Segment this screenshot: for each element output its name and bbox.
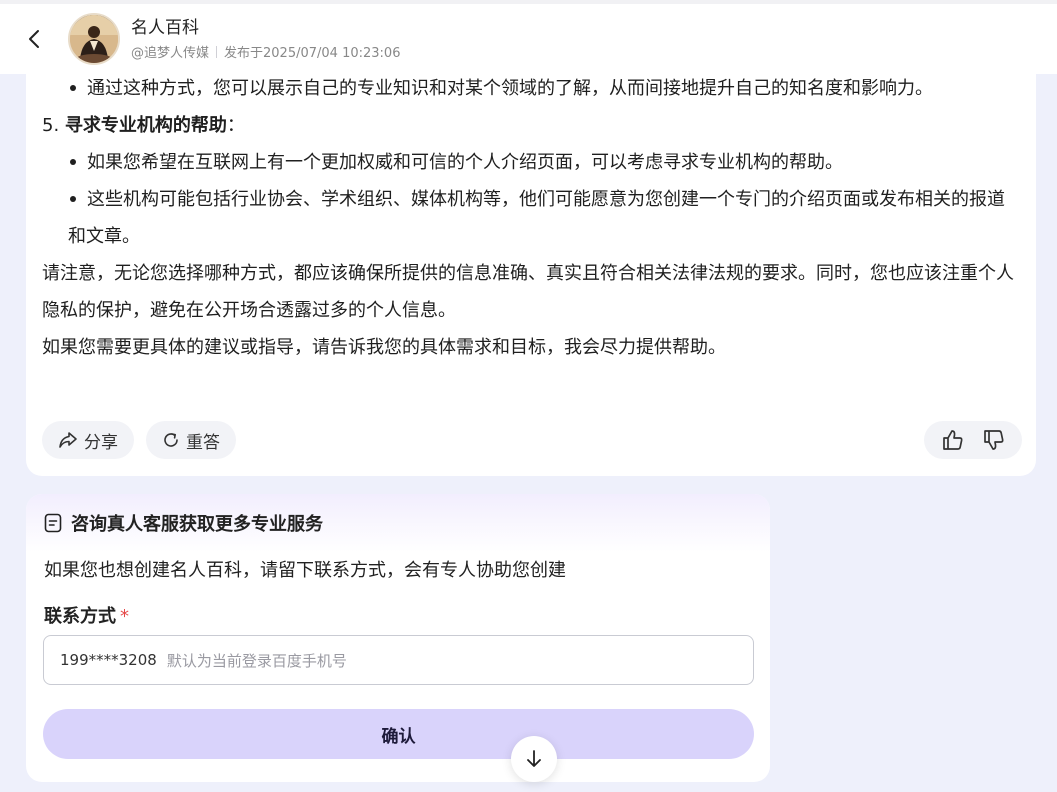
share-button[interactable]: 分享 <box>42 421 134 459</box>
answer-actions: 分享 重答 <box>42 421 1022 459</box>
section-heading: 5. 寻求专业机构的帮助： <box>42 115 245 136</box>
phone-input[interactable]: 199****3208 默认为当前登录百度手机号 <box>43 635 754 685</box>
page-title: 名人百科 <box>131 18 199 38</box>
list-item: 通过这种方式，您可以展示自己的专业知识和对某个领域的了解，从而间接地提升自己的知… <box>42 70 1022 107</box>
document-icon <box>44 513 62 533</box>
feedback-group <box>924 421 1022 459</box>
confirm-button[interactable]: 确认 <box>43 709 754 759</box>
consult-title: 咨询真人客服获取更多专业服务 <box>71 514 323 535</box>
paragraph: 如果您需要更具体的建议或指导，请告诉我您的具体需求和目标，我会尽力提供帮助。 <box>42 337 726 358</box>
regenerate-button[interactable]: 重答 <box>146 421 236 459</box>
thumbs-up-button[interactable] <box>941 428 965 452</box>
list-item: 这些机构可能包括行业协会、学术组织、媒体机构等，他们可能愿意为您创建一个专门的介… <box>42 181 1022 255</box>
answer-content: 通过这种方式，您可以展示自己的专业知识和对某个领域的了解，从而间接地提升自己的知… <box>42 70 1022 366</box>
required-mark: * <box>120 606 129 627</box>
avatar[interactable] <box>68 13 120 65</box>
paragraph: 请注意，无论您选择哪种方式，都应该确保所提供的信息准确、真实且符合相关法律法规的… <box>42 263 1014 321</box>
thumbs-down-icon <box>983 430 1004 450</box>
publish-time: 发布于2025/07/04 10:23:06 <box>224 46 401 61</box>
phone-hint: 默认为当前登录百度手机号 <box>166 651 347 670</box>
consult-header: 咨询真人客服获取更多专业服务 <box>26 494 770 552</box>
consult-card: 咨询真人客服获取更多专业服务 如果您也想创建名人百科，请留下联系方式，会有专人协… <box>26 494 770 782</box>
person-icon <box>70 15 118 63</box>
phone-value: 199****3208 <box>60 651 157 669</box>
author-meta: @追梦人传媒 发布于2025/07/04 10:23:06 <box>131 42 400 61</box>
share-icon <box>59 432 77 448</box>
consult-description: 如果您也想创建名人百科，请留下联系方式，会有专人协助您创建 <box>44 560 566 581</box>
author-handle[interactable]: @追梦人传媒 <box>131 42 209 61</box>
thumbs-up-icon <box>942 430 963 450</box>
answer-card: 通过这种方式，您可以展示自己的专业知识和对某个领域的了解，从而间接地提升自己的知… <box>26 60 1036 476</box>
back-button[interactable] <box>24 27 44 51</box>
chevron-left-icon <box>29 30 39 48</box>
top-bar: 名人百科 @追梦人传媒 发布于2025/07/04 10:23:06 <box>0 0 1057 74</box>
list-item: 如果您希望在互联网上有一个更加权威和可信的个人介绍页面，可以考虑寻求专业机构的帮… <box>42 144 1022 181</box>
meta-divider <box>216 45 218 58</box>
author-block: 名人百科 @追梦人传媒 发布于2025/07/04 10:23:06 <box>131 17 400 61</box>
arrow-down-icon <box>527 750 541 767</box>
refresh-icon <box>164 433 178 447</box>
contact-label: 联系方式 * <box>44 606 129 627</box>
thumbs-down-button[interactable] <box>982 428 1006 452</box>
scroll-down-button[interactable] <box>511 736 557 782</box>
